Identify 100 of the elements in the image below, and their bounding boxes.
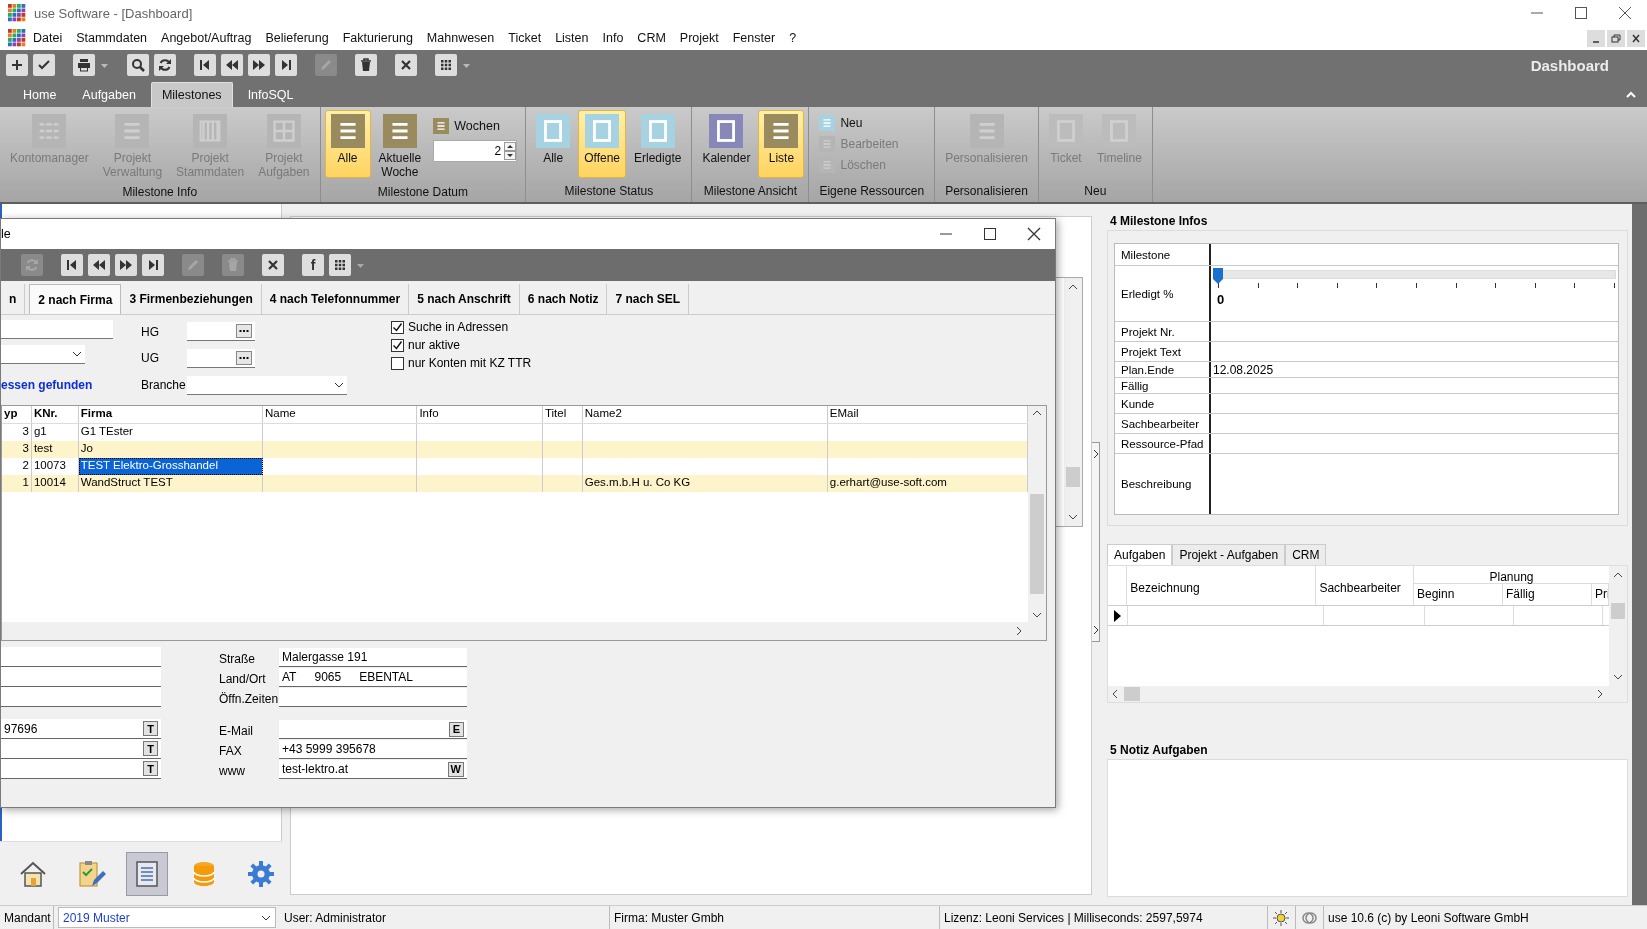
notes-field[interactable]: [1107, 758, 1628, 897]
menu-item[interactable]: Belieferung: [258, 29, 336, 47]
first-record-icon[interactable]: [61, 254, 83, 276]
maximize-icon[interactable]: [1573, 5, 1589, 21]
ribbon-tab[interactable]: Aufgaben: [71, 82, 147, 107]
scroll-up-icon[interactable]: [1068, 284, 1078, 290]
dropdown[interactable]: [1, 345, 85, 364]
scroll-right-icon[interactable]: [1016, 626, 1022, 636]
tab[interactable]: Projekt - Aufgaben: [1172, 544, 1286, 565]
menu-item[interactable]: Mahnwesen: [419, 29, 502, 47]
input-field[interactable]: test-lektro.at W: [279, 760, 467, 779]
mdi-restore-icon[interactable]: [1607, 29, 1625, 47]
ribbon-button[interactable]: Alle: [530, 110, 577, 178]
menu-item[interactable]: Datei: [26, 29, 70, 47]
input-field[interactable]: AT 9065 EBENTAL: [279, 667, 467, 687]
refresh-icon[interactable]: [154, 54, 176, 76]
field-button[interactable]: W: [447, 761, 464, 777]
input-field[interactable]: E: [279, 720, 467, 740]
tab[interactable]: CRM: [1285, 544, 1327, 565]
menu-item[interactable]: ?: [782, 29, 804, 47]
menu-item[interactable]: Listen: [548, 29, 596, 47]
scrollbar-thumb[interactable]: [1611, 602, 1625, 619]
checkbox[interactable]: [391, 320, 404, 334]
spin-arrows-icon[interactable]: [504, 142, 517, 160]
vertical-scrollbar[interactable]: [1609, 566, 1627, 686]
branche-dropdown[interactable]: [187, 375, 347, 395]
table-cell[interactable]: TEST Elektro-Grosshandel: [78, 458, 263, 475]
close-icon[interactable]: [262, 254, 284, 276]
mdi-close-icon[interactable]: [1627, 29, 1645, 47]
plus-icon[interactable]: [6, 54, 28, 76]
horizontal-scrollbar[interactable]: [2, 622, 1046, 640]
slider-thumb[interactable]: [1213, 268, 1223, 284]
scrollbar-thumb[interactable]: [1066, 467, 1080, 487]
sun-icon[interactable]: [1272, 908, 1290, 927]
scroll-left-icon[interactable]: [1112, 688, 1118, 699]
print-icon[interactable]: [73, 54, 95, 76]
maximize-icon[interactable]: [983, 227, 997, 241]
mandant-dropdown[interactable]: 2019 Muster: [58, 907, 276, 928]
scroll-down-icon[interactable]: [1068, 514, 1078, 520]
close-icon[interactable]: [1027, 227, 1041, 241]
menu-item[interactable]: CRM: [630, 29, 673, 47]
ribbon-button[interactable]: Liste: [758, 110, 805, 178]
trash-icon[interactable]: [355, 54, 377, 76]
field-button[interactable]: E: [449, 721, 464, 737]
menu-item[interactable]: Ticket: [501, 29, 549, 47]
menu-item[interactable]: Stammdaten: [69, 29, 155, 47]
dialog-tab[interactable]: n: [1, 284, 26, 314]
chevron-right-icon[interactable]: [1092, 625, 1099, 635]
tab[interactable]: Aufgaben: [1107, 544, 1173, 565]
more-icon[interactable]: [236, 351, 252, 365]
search-field[interactable]: [1, 320, 113, 339]
scrollbar-thumb[interactable]: [1124, 686, 1140, 701]
input-field[interactable]: [1, 667, 161, 687]
ribbon-tab[interactable]: Home: [12, 82, 68, 107]
menu-item[interactable]: Angebot/Auftrag: [154, 29, 259, 47]
ribbon-button[interactable]: Kalender: [696, 110, 757, 178]
hg-field[interactable]: [187, 322, 255, 342]
ribbon-small-button[interactable]: Neu: [819, 115, 899, 131]
menu-item[interactable]: Fenster: [725, 29, 783, 47]
field-button[interactable]: T: [143, 721, 158, 736]
scroll-down-icon[interactable]: [1613, 673, 1623, 680]
input-field[interactable]: [1, 647, 161, 667]
vertical-scrollbar[interactable]: [1064, 278, 1082, 526]
ribbon-tab[interactable]: InfoSQL: [236, 82, 305, 107]
menu-item[interactable]: Projekt: [672, 29, 726, 47]
nav-button[interactable]: [125, 851, 169, 896]
splitter-handle[interactable]: [1092, 442, 1100, 642]
previous-icon[interactable]: [88, 254, 110, 276]
scrollbar-thumb[interactable]: [1030, 494, 1044, 594]
scroll-down-icon[interactable]: [1032, 612, 1042, 618]
input-field[interactable]: +43 5999 395678: [279, 740, 467, 760]
field-button[interactable]: T: [143, 761, 158, 776]
scroll-up-icon[interactable]: [1613, 572, 1623, 578]
input-field[interactable]: [1, 687, 161, 707]
ribbon-button[interactable]: Offene: [578, 110, 627, 178]
close-icon[interactable]: [395, 54, 417, 76]
previous-icon[interactable]: [221, 54, 243, 76]
last-record-icon[interactable]: [275, 54, 297, 76]
input-field[interactable]: Malergasse 191: [279, 647, 467, 667]
field-button[interactable]: T: [143, 741, 158, 756]
next-icon[interactable]: [115, 254, 137, 276]
menu-item[interactable]: Fakturierung: [335, 29, 420, 47]
mdi-minimize-icon[interactable]: [1587, 29, 1605, 47]
checkmark-icon[interactable]: [33, 54, 55, 76]
dialog-tab[interactable]: 2 nach Firma: [29, 284, 122, 314]
chevron-right-icon[interactable]: [1092, 449, 1099, 459]
ribbon-button[interactable]: Alle: [324, 110, 371, 178]
more-icon[interactable]: [236, 324, 252, 339]
scroll-up-icon[interactable]: [1032, 410, 1042, 416]
ug-field[interactable]: [187, 349, 255, 368]
input-field[interactable]: T: [1, 759, 161, 779]
ribbon-button[interactable]: Aktuelle Woche: [372, 110, 428, 183]
scroll-right-icon[interactable]: [1597, 688, 1603, 699]
checkbox[interactable]: [391, 338, 404, 352]
input-field[interactable]: [279, 687, 467, 707]
grid-icon[interactable]: [329, 254, 351, 276]
letter-button[interactable]: f: [302, 254, 324, 276]
next-icon[interactable]: [248, 54, 270, 76]
first-record-icon[interactable]: [194, 54, 216, 76]
last-record-icon[interactable]: [142, 254, 164, 276]
